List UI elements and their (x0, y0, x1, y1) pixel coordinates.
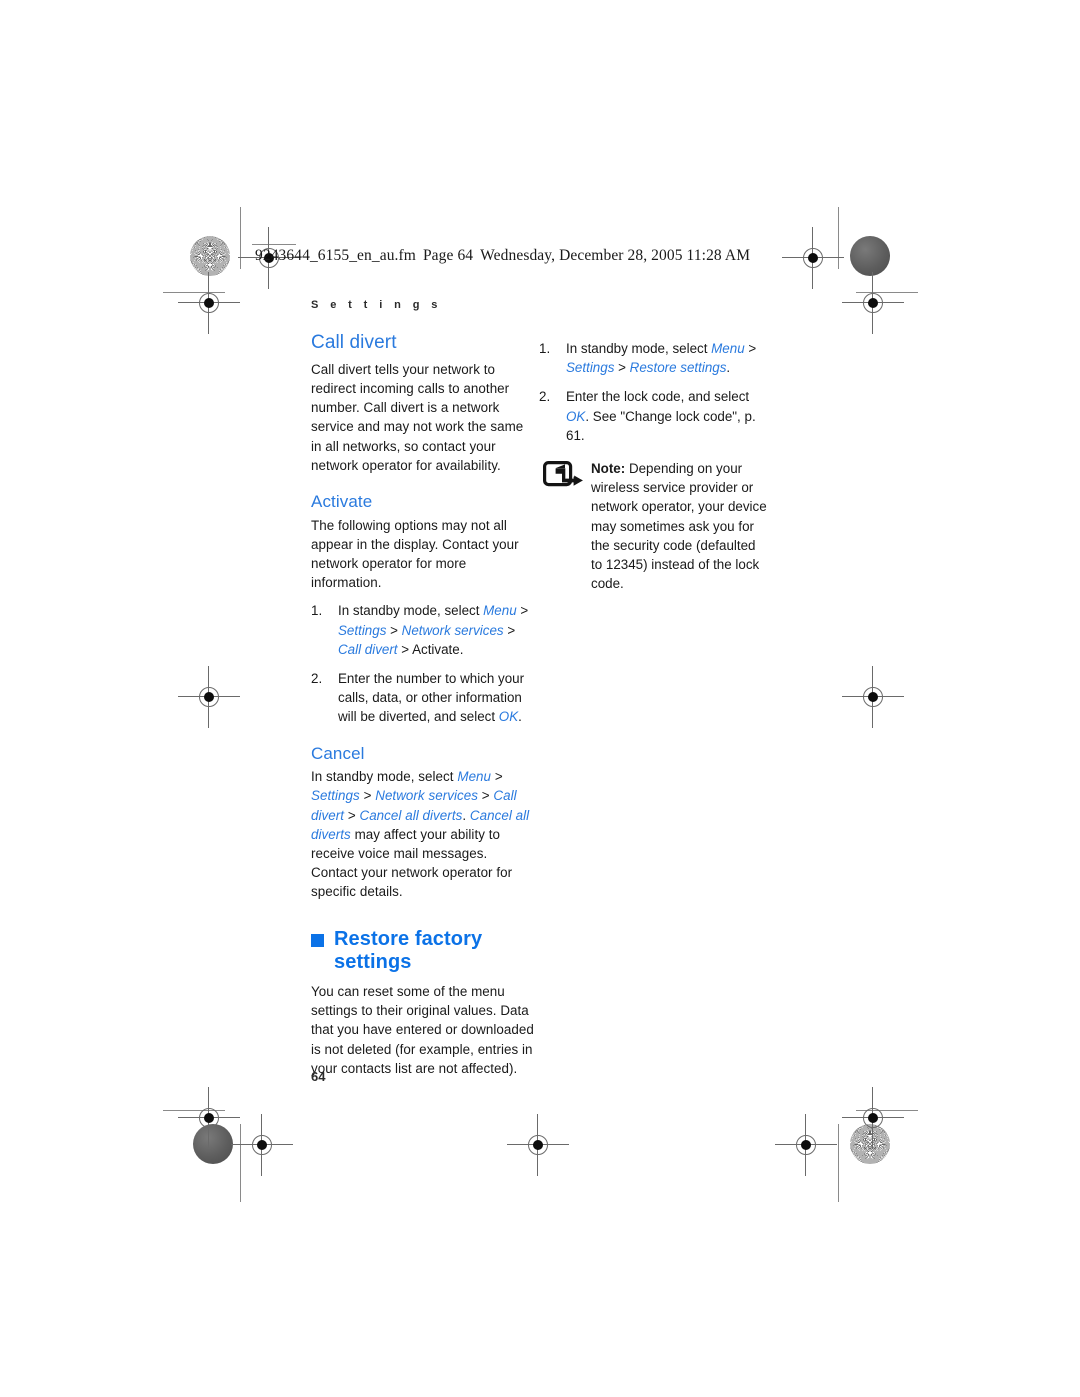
chapter-heading-label: Restore factory settings (334, 927, 483, 973)
page-number: 64 (311, 1069, 326, 1084)
registration-starburst-top-left (190, 236, 230, 276)
step-number: 2. (539, 389, 551, 405)
note-pointer-icon (543, 461, 585, 487)
path-separator: > (344, 807, 360, 823)
step-text-prefix: Enter the number to which your calls, da… (338, 671, 525, 725)
step-text-suffix: . (518, 709, 522, 725)
list-item: 1. In standby mode, select Menu > Setting… (311, 601, 536, 659)
menu-path-menu: Menu (711, 341, 745, 356)
menu-path-ok: OK (566, 408, 586, 424)
menu-path-settings: Settings (311, 788, 360, 804)
step-number: 1. (311, 603, 323, 619)
menu-path-settings: Settings (338, 622, 387, 638)
step-text-suffix: . See "Change lock code", p. 61. (566, 408, 756, 443)
note-text: Depending on your wireless service provi… (591, 461, 767, 592)
registration-mark-left-middle (178, 666, 240, 728)
menu-path-restore-settings: Restore settings (629, 360, 727, 376)
trim-line-top-left-vertical (240, 207, 241, 269)
header-timestamp: Wednesday, December 28, 2005 11:28 AM (480, 247, 751, 264)
registration-density-patch-top-right (850, 236, 890, 276)
trim-line-bottom-left-vertical (240, 1124, 241, 1202)
trim-line-top-right-vertical (838, 207, 839, 269)
path-separator: > (477, 788, 494, 804)
step-number: 1. (539, 341, 551, 356)
list-item: 2. Enter the number to which your calls, … (311, 669, 536, 727)
path-separator: . (462, 807, 470, 823)
step-text-prefix: Enter the lock code, and select (566, 389, 750, 405)
menu-path-network-services: Network services (375, 788, 478, 804)
subheading-activate: Activate (311, 492, 373, 512)
menu-path-menu: Menu (457, 769, 492, 785)
cancel-text-prefix: In standby mode, select (311, 769, 458, 785)
path-separator: > (359, 788, 376, 804)
path-separator: > (503, 622, 516, 638)
menu-path-network-services: Network services (401, 622, 504, 638)
note-callout: Note: Depending on your wireless service… (539, 459, 769, 593)
section-heading-call-divert: Call divert (311, 332, 397, 353)
step-text-prefix: In standby mode, select (566, 341, 712, 356)
menu-path-cancel-all-diverts: Cancel all diverts (359, 807, 463, 823)
registration-mark-right-upper (842, 272, 904, 334)
trim-line-bottom-right-vertical (838, 1124, 839, 1202)
call-divert-intro-paragraph: Call divert tells your network to redire… (311, 361, 524, 473)
menu-path-ok: OK (498, 709, 519, 725)
registration-mark-bottom-center (507, 1114, 569, 1176)
registration-mark-right-middle (842, 666, 904, 728)
path-separator: > (386, 622, 402, 638)
framemaker-header-line: 9243644_6155_en_au.fm Page 64 Wednesday, D… (255, 247, 750, 265)
step-number: 2. (311, 671, 323, 687)
restore-settings-step-list: 1. In standby mode, select Menu > Setting… (539, 339, 769, 445)
registration-mark-top-right (782, 227, 844, 289)
menu-path-menu: Menu (483, 603, 517, 619)
list-item: 2. Enter the lock code, and select OK. Se… (539, 387, 769, 445)
subheading-cancel: Cancel (311, 743, 365, 763)
path-separator: > (516, 603, 529, 619)
registration-mark-bottom-left (231, 1114, 293, 1176)
square-bullet-icon (311, 933, 324, 947)
activate-step-list: 1. In standby mode, select Menu > Setting… (311, 601, 536, 726)
step-text-suffix: > Activate. (397, 641, 464, 657)
note-label: Note: (591, 461, 626, 477)
registration-mark-bottom-right (775, 1114, 837, 1176)
registration-mark-left-upper (178, 272, 240, 334)
activate-intro-paragraph: The following options may not all appear… (311, 517, 519, 591)
menu-path-call-divert: Call divert (338, 641, 398, 657)
header-filename: 9243644_6155_en_au.fm (255, 247, 416, 264)
cancel-paragraph: In standby mode, select Menu > Settings … (311, 767, 536, 901)
document-page: 9243644_6155_en_au.fm Page 64 Wednesday, D… (0, 0, 1080, 1397)
right-text-column: 1. In standby mode, select Menu > Setting… (539, 332, 769, 593)
menu-path-settings: Settings (566, 360, 615, 376)
running-head-chapter: S e t t i n g s (311, 299, 442, 311)
registration-mark-right-lower (842, 1087, 904, 1149)
restore-factory-settings-paragraph: You can reset some of the menu settings … (311, 983, 534, 1076)
path-separator: > (491, 769, 503, 785)
path-separator: > (744, 341, 757, 356)
step-text-suffix: . (726, 360, 731, 376)
step-text-prefix: In standby mode, select (338, 603, 484, 619)
list-item: 1. In standby mode, select Menu > Setting… (539, 339, 769, 377)
path-separator: > (614, 360, 630, 376)
header-page-label: Page 64 (422, 247, 474, 264)
left-text-column: Call divert Call divert tells your netwo… (311, 332, 536, 1087)
registration-mark-left-lower (178, 1087, 240, 1149)
chapter-heading-restore-factory-settings: Restore factory settings (311, 928, 536, 974)
